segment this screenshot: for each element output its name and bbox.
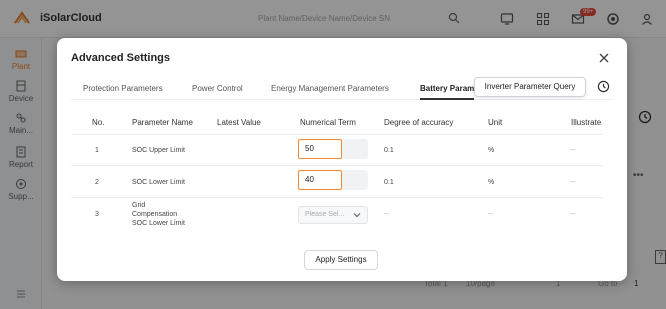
table-divider [71, 197, 603, 198]
row-number: 3 [95, 211, 99, 218]
tab-power-control[interactable]: Power Control [192, 84, 243, 93]
column-header-unit: Unit [488, 118, 503, 127]
column-header-illustrate: Illustrate [571, 118, 602, 127]
column-header-numerical-term: Numerical Term [300, 118, 356, 127]
parameter-name-line: SOC Lower Limit [132, 220, 185, 227]
advanced-settings-dialog: Advanced Settings Protection Parameters … [57, 38, 627, 281]
parameter-name-line: Compensation [132, 211, 178, 218]
illustrate: -- [571, 179, 576, 186]
accuracy: 0.1 [384, 179, 394, 186]
table-divider [71, 165, 603, 166]
apply-settings-button[interactable]: Apply Settings [304, 250, 378, 270]
select-placeholder: Please Sel... [305, 211, 345, 218]
input-suffix [342, 170, 368, 190]
parameter-name: SOC Lower Limit [132, 179, 185, 186]
history-icon[interactable] [597, 80, 610, 93]
grid-compensation-soc-select[interactable]: Please Sel... [298, 206, 368, 224]
accuracy: 0.1 [384, 147, 394, 154]
soc-upper-limit-input[interactable]: 50 [298, 139, 342, 159]
column-header-parameter-name: Parameter Name [132, 118, 193, 127]
parameter-name: SOC Upper Limit [132, 147, 185, 154]
inverter-parameter-query-button[interactable]: Inverter Parameter Query [474, 77, 586, 97]
column-header-no: No. [92, 118, 105, 127]
unit: % [488, 179, 495, 186]
unit: % [488, 147, 495, 154]
row-number: 1 [95, 147, 99, 154]
column-header-latest-value: Latest Value [217, 118, 261, 127]
soc-lower-limit-input[interactable]: 40 [298, 170, 342, 190]
chevron-down-icon [353, 213, 361, 218]
column-header-degree-of-accuracy: Degree of accuracy [384, 118, 454, 127]
tab-protection-parameters[interactable]: Protection Parameters [83, 84, 163, 93]
dialog-title: Advanced Settings [71, 52, 171, 64]
table-divider [71, 134, 603, 135]
input-suffix [342, 139, 368, 159]
illustrate: -- [571, 147, 576, 154]
active-tab-indicator [420, 98, 474, 100]
parameter-name-line: Grid [132, 202, 146, 209]
tab-energy-management-parameters[interactable]: Energy Management Parameters [271, 84, 389, 93]
illustrate: -- [571, 211, 576, 218]
tab-battery-parameters[interactable]: Battery Param [420, 84, 474, 93]
close-icon[interactable] [598, 52, 610, 64]
accuracy: -- [384, 211, 389, 218]
row-number: 2 [95, 179, 99, 186]
unit: -- [488, 211, 493, 218]
